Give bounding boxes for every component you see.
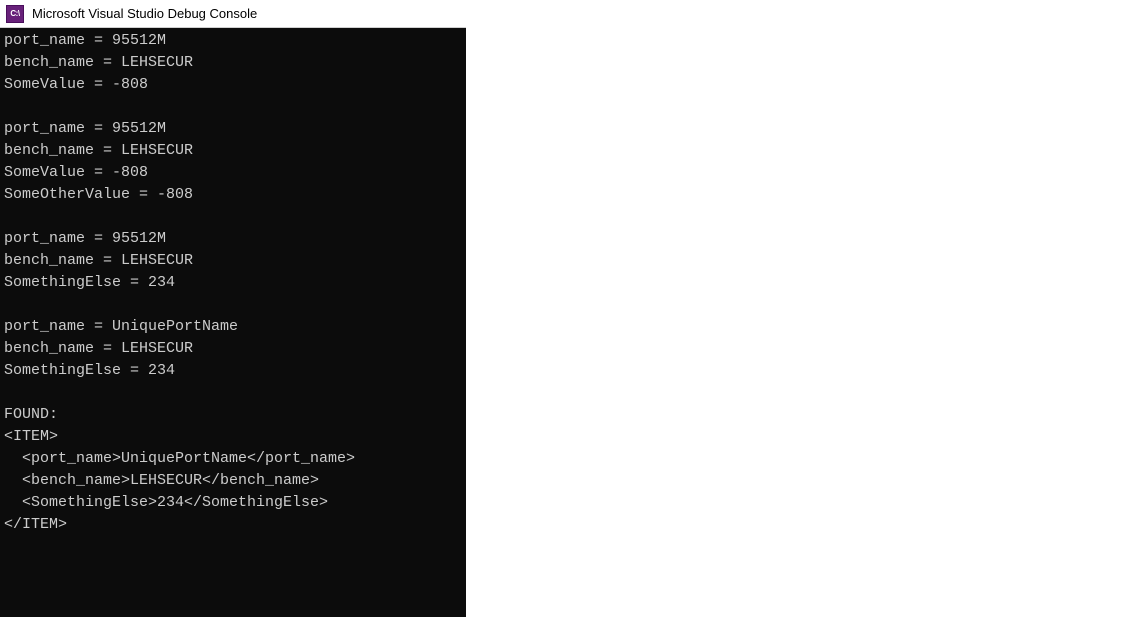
debug-console-window: C:\ Microsoft Visual Studio Debug Consol… bbox=[0, 0, 466, 617]
window-title: Microsoft Visual Studio Debug Console bbox=[32, 6, 257, 21]
app-icon-label: C:\ bbox=[10, 9, 19, 18]
app-icon: C:\ bbox=[6, 5, 24, 23]
console-output[interactable]: port_name = 95512M bench_name = LEHSECUR… bbox=[0, 28, 466, 617]
titlebar[interactable]: C:\ Microsoft Visual Studio Debug Consol… bbox=[0, 0, 466, 28]
